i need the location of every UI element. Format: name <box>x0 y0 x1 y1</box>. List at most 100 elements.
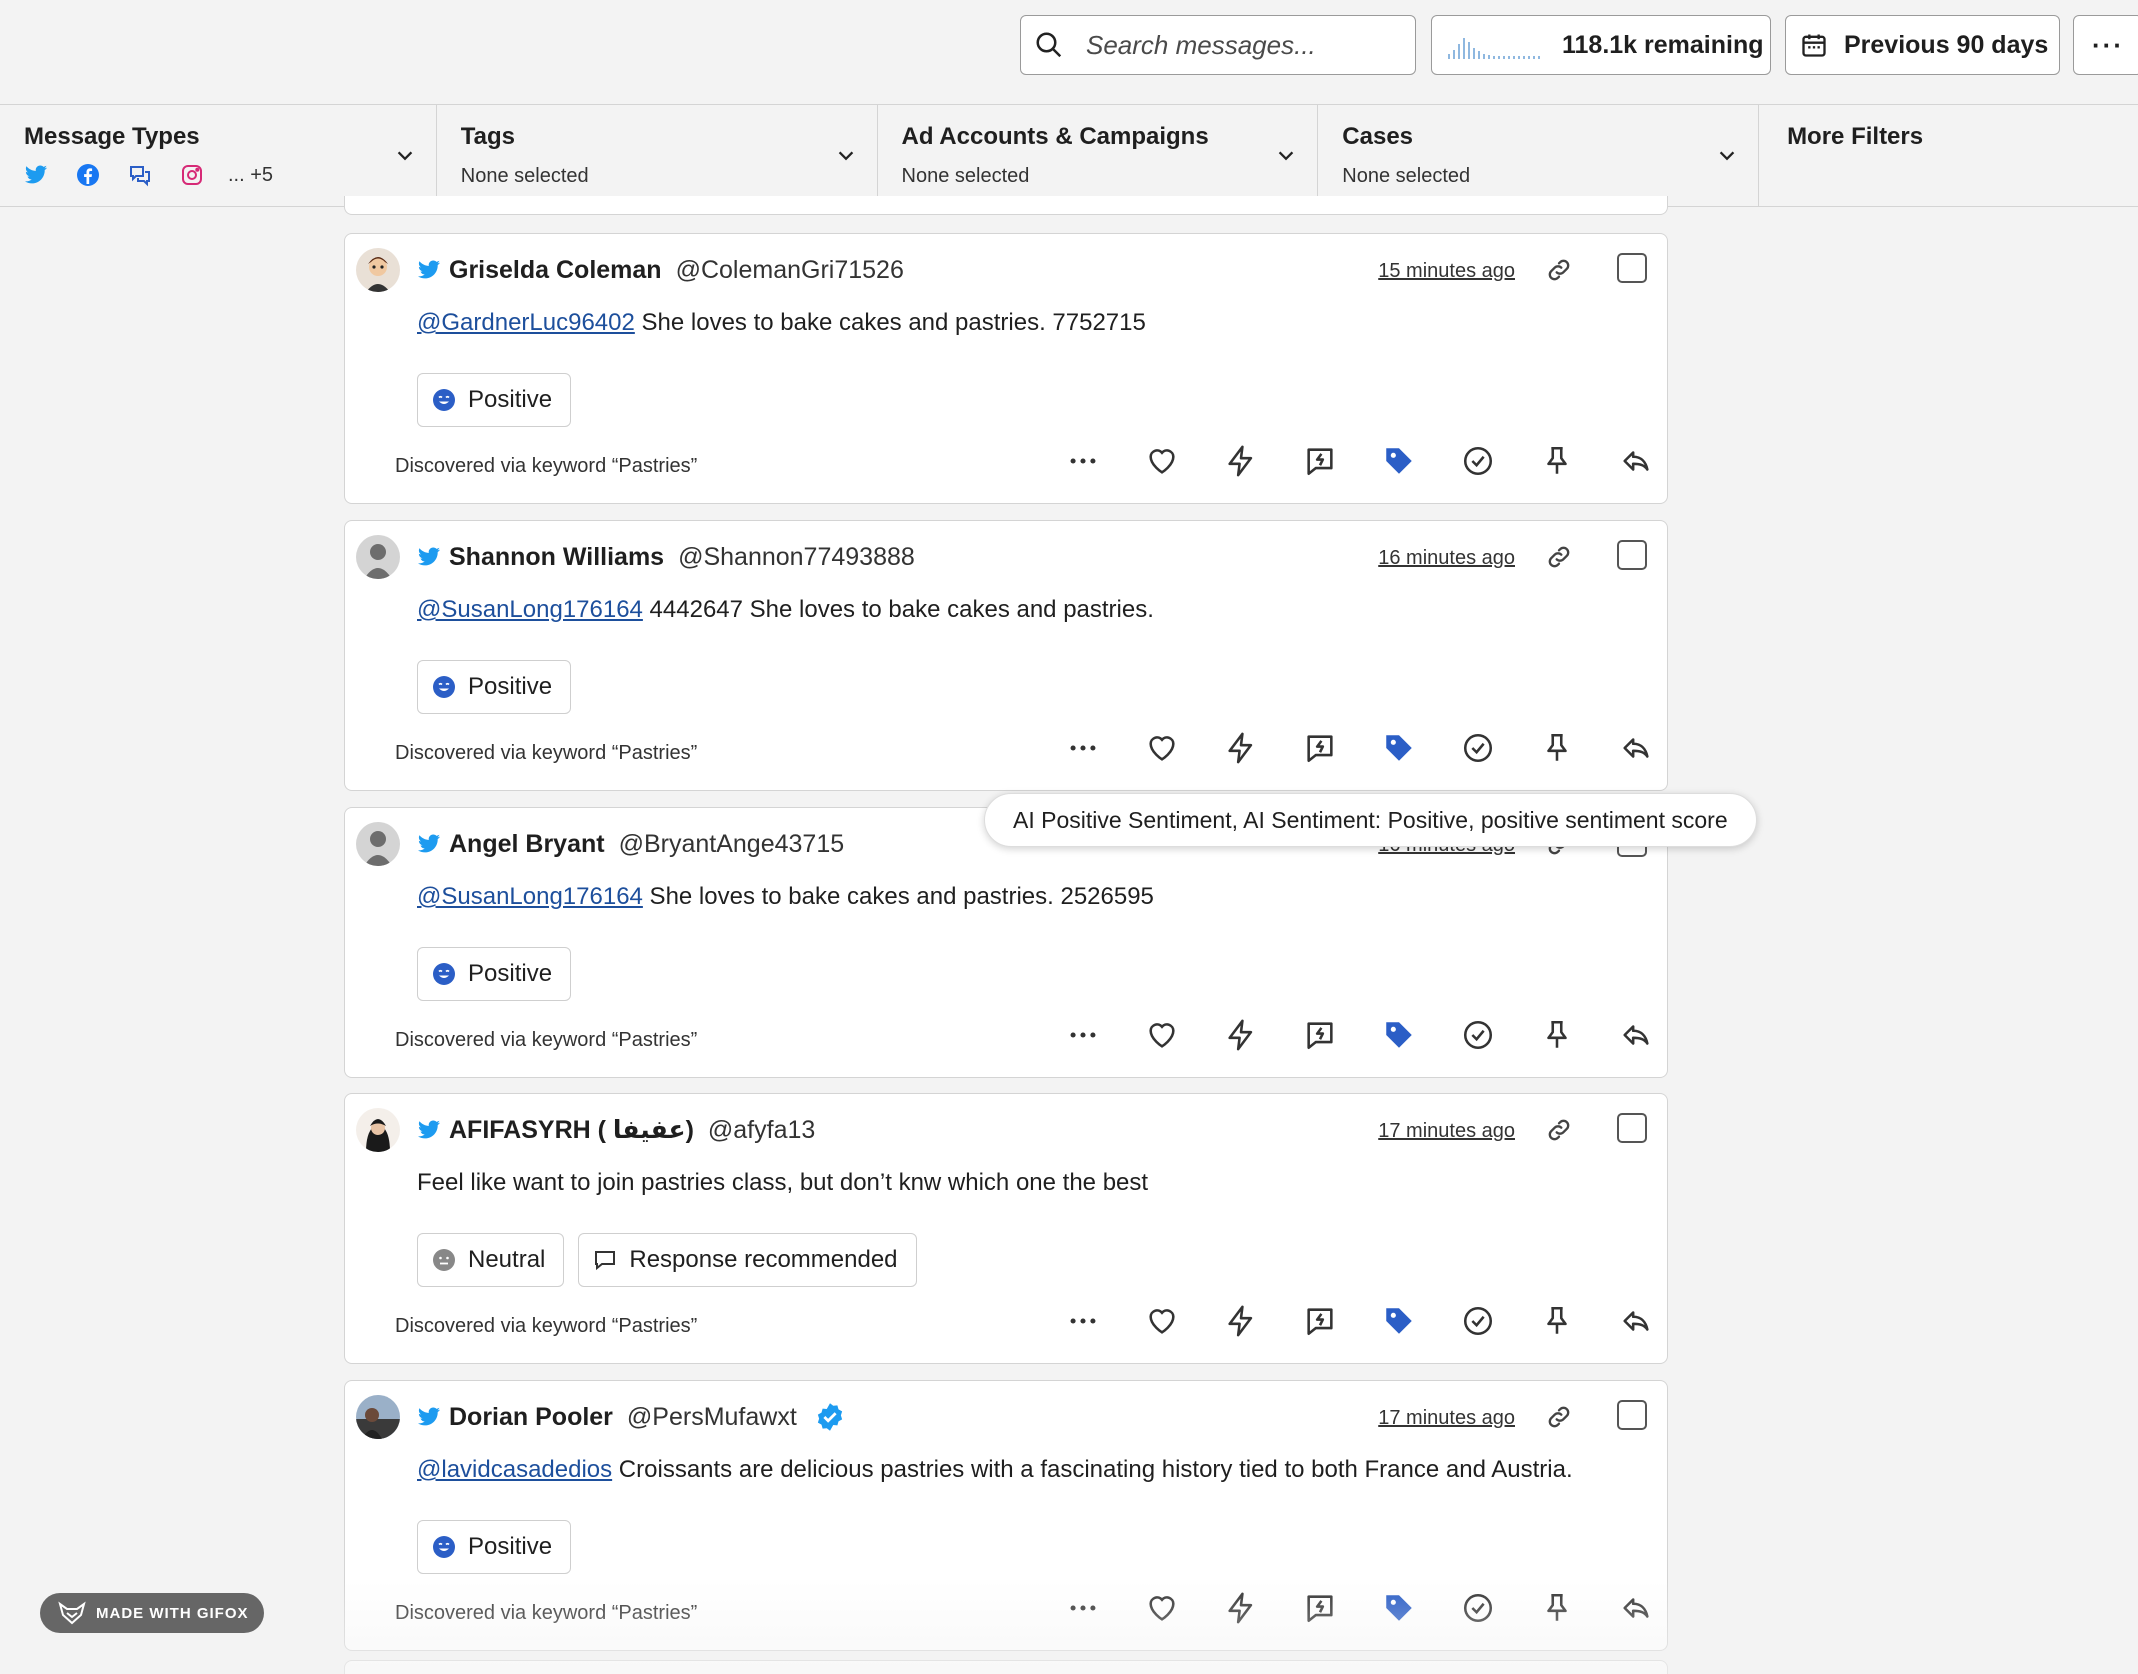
pin-icon[interactable] <box>1540 1591 1574 1625</box>
lightning-icon[interactable] <box>1224 1018 1258 1052</box>
reply-icon[interactable] <box>1619 1591 1653 1625</box>
message-timestamp[interactable]: 16 minutes ago <box>1378 547 1515 570</box>
more-actions-icon[interactable] <box>1066 1018 1100 1052</box>
neutral-icon <box>432 1248 468 1272</box>
tag-icon[interactable] <box>1382 1304 1416 1338</box>
filter-message-types[interactable]: Message Types ... +5 <box>0 105 437 206</box>
filter-title: Cases <box>1342 123 1414 150</box>
filter-cases[interactable]: Cases None selected <box>1318 105 1760 206</box>
sentiment-badge[interactable]: Positive <box>417 1520 572 1574</box>
select-checkbox[interactable] <box>1617 253 1647 283</box>
reply-icon[interactable] <box>1619 1304 1653 1338</box>
positive-icon <box>432 962 468 986</box>
positive-icon <box>432 388 468 412</box>
response-recommended-badge[interactable]: Response recommended <box>578 1233 917 1287</box>
lightning-icon[interactable] <box>1224 444 1258 478</box>
tag-icon[interactable] <box>1382 444 1416 478</box>
lightning-icon[interactable] <box>1224 731 1258 765</box>
author-handle[interactable]: @Shannon77493888 <box>678 543 915 572</box>
spike-icon[interactable] <box>1303 731 1337 765</box>
mention-link[interactable]: @GardnerLuc96402 <box>417 309 635 336</box>
reply-icon[interactable] <box>1619 1018 1653 1052</box>
pin-icon[interactable] <box>1540 1304 1574 1338</box>
reply-icon[interactable] <box>1619 731 1653 765</box>
select-checkbox[interactable] <box>1617 1400 1647 1430</box>
link-icon[interactable] <box>1545 1403 1573 1431</box>
mention-link[interactable]: @lavidcasadedios <box>417 1456 612 1483</box>
complete-icon[interactable] <box>1461 444 1495 478</box>
avatar[interactable] <box>356 535 400 579</box>
heart-icon[interactable] <box>1145 1304 1179 1338</box>
avatar[interactable] <box>356 822 400 866</box>
link-icon[interactable] <box>1545 543 1573 571</box>
message-text: @GardnerLuc96402 She loves to bake cakes… <box>417 309 1146 337</box>
author-name[interactable]: Griselda Coleman <box>449 256 662 285</box>
lightning-icon[interactable] <box>1224 1591 1258 1625</box>
spike-icon[interactable] <box>1303 1304 1337 1338</box>
sentiment-badge[interactable]: Positive <box>417 947 572 1001</box>
tag-icon[interactable] <box>1382 731 1416 765</box>
positive-icon <box>432 1535 468 1559</box>
sentiment-badge[interactable]: Neutral <box>417 1233 565 1287</box>
complete-icon[interactable] <box>1461 1591 1495 1625</box>
spike-icon[interactable] <box>1303 444 1337 478</box>
author-name[interactable]: Angel Bryant <box>449 830 605 859</box>
link-icon[interactable] <box>1545 1116 1573 1144</box>
spike-icon[interactable] <box>1303 1018 1337 1052</box>
more-actions-icon[interactable] <box>1066 731 1100 765</box>
tag-icon[interactable] <box>1382 1018 1416 1052</box>
pin-icon[interactable] <box>1540 444 1574 478</box>
quota-button[interactable]: 118.1k remaining <box>1431 15 1771 75</box>
message-body: She loves to bake cakes and pastries. 77… <box>634 309 1146 336</box>
mention-link[interactable]: @SusanLong176164 <box>417 883 643 910</box>
pin-icon[interactable] <box>1540 1018 1574 1052</box>
more-actions-icon[interactable] <box>1066 1304 1100 1338</box>
tag-icon[interactable] <box>1382 1591 1416 1625</box>
author-name[interactable]: AFIFASYRH ( عفيفا) <box>449 1115 694 1145</box>
author-handle[interactable]: @BryantAnge43715 <box>619 830 845 859</box>
date-range-button[interactable]: Previous 90 days <box>1785 15 2060 75</box>
more-actions-icon[interactable] <box>1066 1591 1100 1625</box>
pin-icon[interactable] <box>1540 731 1574 765</box>
message-timestamp[interactable]: 17 minutes ago <box>1378 1407 1515 1430</box>
message-header: Griselda Coleman @ColemanGri71526 <box>417 254 904 286</box>
complete-icon[interactable] <box>1461 1304 1495 1338</box>
author-handle[interactable]: @PersMufawxt <box>627 1403 797 1432</box>
badge-label: Neutral <box>468 1246 546 1273</box>
complete-icon[interactable] <box>1461 731 1495 765</box>
search-box[interactable] <box>1020 15 1416 75</box>
avatar[interactable] <box>356 1395 400 1439</box>
select-checkbox[interactable] <box>1617 540 1647 570</box>
search-input[interactable] <box>1086 29 1386 61</box>
avatar[interactable] <box>356 1108 400 1152</box>
badge-row: Positive <box>417 947 572 1001</box>
instagram-icon <box>182 165 202 185</box>
heart-icon[interactable] <box>1145 444 1179 478</box>
author-name[interactable]: Shannon Williams <box>449 543 664 572</box>
heart-icon[interactable] <box>1145 1018 1179 1052</box>
filter-more[interactable]: More Filters <box>1759 105 2138 206</box>
lightning-icon[interactable] <box>1224 1304 1258 1338</box>
mention-link[interactable]: @SusanLong176164 <box>417 596 643 623</box>
spike-icon[interactable] <box>1303 1591 1337 1625</box>
author-handle[interactable]: @afyfa13 <box>708 1116 815 1145</box>
select-checkbox[interactable] <box>1617 1113 1647 1143</box>
complete-icon[interactable] <box>1461 1018 1495 1052</box>
sentiment-badge[interactable]: Positive <box>417 660 572 714</box>
author-name[interactable]: Dorian Pooler <box>449 1403 613 1432</box>
reply-icon[interactable] <box>1619 444 1653 478</box>
message-timestamp[interactable]: 15 minutes ago <box>1378 260 1515 283</box>
heart-icon[interactable] <box>1145 731 1179 765</box>
filter-tags[interactable]: Tags None selected <box>437 105 878 206</box>
message-header: Shannon Williams @Shannon77493888 <box>417 541 915 573</box>
link-icon[interactable] <box>1545 256 1573 284</box>
message-timestamp[interactable]: 17 minutes ago <box>1378 1120 1515 1143</box>
heart-icon[interactable] <box>1145 1591 1179 1625</box>
message-card: Angel Bryant@BryantAnge4371516 minutes a… <box>344 807 1668 1078</box>
author-handle[interactable]: @ColemanGri71526 <box>676 256 904 285</box>
avatar[interactable] <box>356 248 400 292</box>
sentiment-badge[interactable]: Positive <box>417 373 572 427</box>
more-actions-icon[interactable] <box>1066 444 1100 478</box>
more-menu-button[interactable]: ··· <box>2073 15 2138 75</box>
filter-ad-accounts[interactable]: Ad Accounts & Campaigns None selected <box>878 105 1319 206</box>
